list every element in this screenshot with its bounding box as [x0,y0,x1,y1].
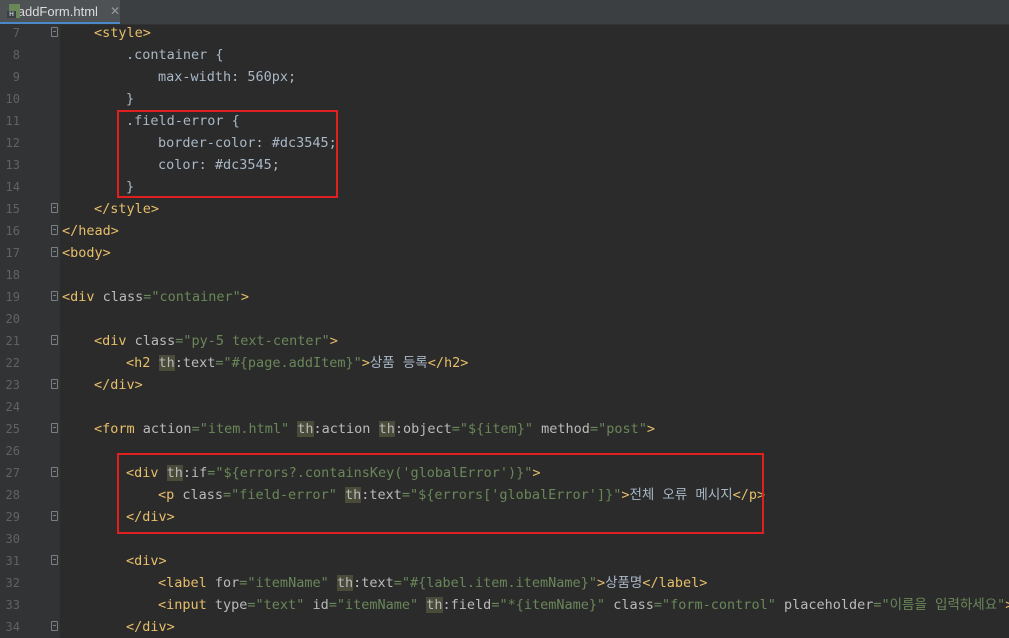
line-number: 30 [5,532,20,546]
line-number: 9 [12,70,20,84]
code-text: <input type="text" id="itemName" th:fiel… [158,597,1009,613]
line-number: 19 [5,290,20,304]
code-text: </div> [126,619,175,635]
line-number: 8 [12,48,20,62]
code-line[interactable]: 33 <input type="text" id="itemName" th:fi… [0,594,1009,616]
code-line[interactable]: 9 max-width: 560px; [0,66,1009,88]
code-line[interactable]: 25 <form action="item.html" th:action th:… [0,418,1009,440]
line-number: 26 [5,444,20,458]
code-line[interactable]: 19 <div class="container"> [0,286,1009,308]
line-number: 29 [5,510,20,524]
code-text: } [126,91,135,107]
line-number: 20 [5,312,20,326]
code-text: <div class="py-5 text-center"> [94,333,338,349]
code-line[interactable]: 17 <body> [0,242,1009,264]
fold-marker-icon[interactable] [51,621,58,631]
code-line[interactable]: 34 </div> [0,616,1009,638]
code-text: <div> [126,553,167,569]
fold-marker-icon[interactable] [51,379,58,389]
line-number: 22 [5,356,20,370]
line-number: 17 [5,246,20,260]
line-number: 34 [5,620,20,634]
code-line[interactable]: 16 </head> [0,220,1009,242]
code-line[interactable]: 18 [0,264,1009,286]
fold-marker-icon[interactable] [51,335,58,345]
fold-marker-icon[interactable] [51,225,58,235]
fold-marker-icon[interactable] [51,467,58,477]
line-number: 18 [5,268,20,282]
code-line[interactable]: 7 <style> [0,22,1009,44]
fold-marker-icon[interactable] [51,203,58,213]
code-text: .container { [126,47,224,63]
code-line[interactable]: 8 .container { [0,44,1009,66]
line-number: 24 [5,400,20,414]
line-number: 11 [5,114,20,128]
line-number: 12 [5,136,20,150]
code-text: </head> [62,223,119,239]
code-text: max-width: 560px; [158,69,297,85]
code-text: <style> [94,25,151,41]
fold-marker-icon[interactable] [51,247,58,257]
line-number: 14 [5,180,20,194]
line-number: 27 [5,466,20,480]
code-text: </style> [94,201,160,217]
code-text: <label for="itemName" th:text="#{label.i… [158,575,708,591]
fold-marker-icon[interactable] [51,555,58,565]
code-text: </div> [94,377,143,393]
line-number: 33 [5,598,20,612]
line-number: 32 [5,576,20,590]
line-number: 15 [5,202,20,216]
code-line[interactable]: 10} [0,88,1009,110]
line-number: 13 [5,158,20,172]
line-number: 10 [5,92,20,106]
line-number: 7 [12,26,20,40]
code-line[interactable]: 21 <div class="py-5 text-center"> [0,330,1009,352]
line-number: 28 [5,488,20,502]
tab-addform-html[interactable]: H addForm.html ✕ [0,0,120,24]
code-line[interactable]: 24 [0,396,1009,418]
code-text: <h2 th:text="#{page.addItem}">상품 등록</h2> [126,355,469,371]
code-text: <div class="container"> [62,289,249,305]
line-number: 16 [5,224,20,238]
highlight-box-global-error-div [117,453,764,534]
code-text: <form action="item.html" th:action th:ob… [94,421,655,437]
code-line[interactable]: 15 </style> [0,198,1009,220]
code-line[interactable]: 20 [0,308,1009,330]
fold-marker-icon[interactable] [51,27,58,37]
fold-marker-icon[interactable] [51,511,58,521]
highlight-box-field-error-css [117,110,338,198]
line-number: 25 [5,422,20,436]
code-editor[interactable]: 7 <style> 8 .container { 9 max-width: 560px; 1… [0,24,1009,638]
code-line[interactable]: 32 <label for="itemName" th:text="#{label… [0,572,1009,594]
line-number: 21 [5,334,20,348]
close-icon[interactable]: ✕ [110,4,120,18]
html-file-icon: H [7,4,20,18]
fold-marker-icon[interactable] [51,423,58,433]
code-line[interactable]: 23 </div> [0,374,1009,396]
tab-label: addForm.html [17,3,98,19]
line-number: 31 [5,554,20,568]
code-line[interactable]: 22 <h2 th:text="#{page.addItem}">상품 등록</h… [0,352,1009,374]
code-line[interactable]: 31 <div> [0,550,1009,572]
fold-marker-icon[interactable] [51,291,58,301]
code-text: <body> [62,245,111,261]
line-number: 23 [5,378,20,392]
